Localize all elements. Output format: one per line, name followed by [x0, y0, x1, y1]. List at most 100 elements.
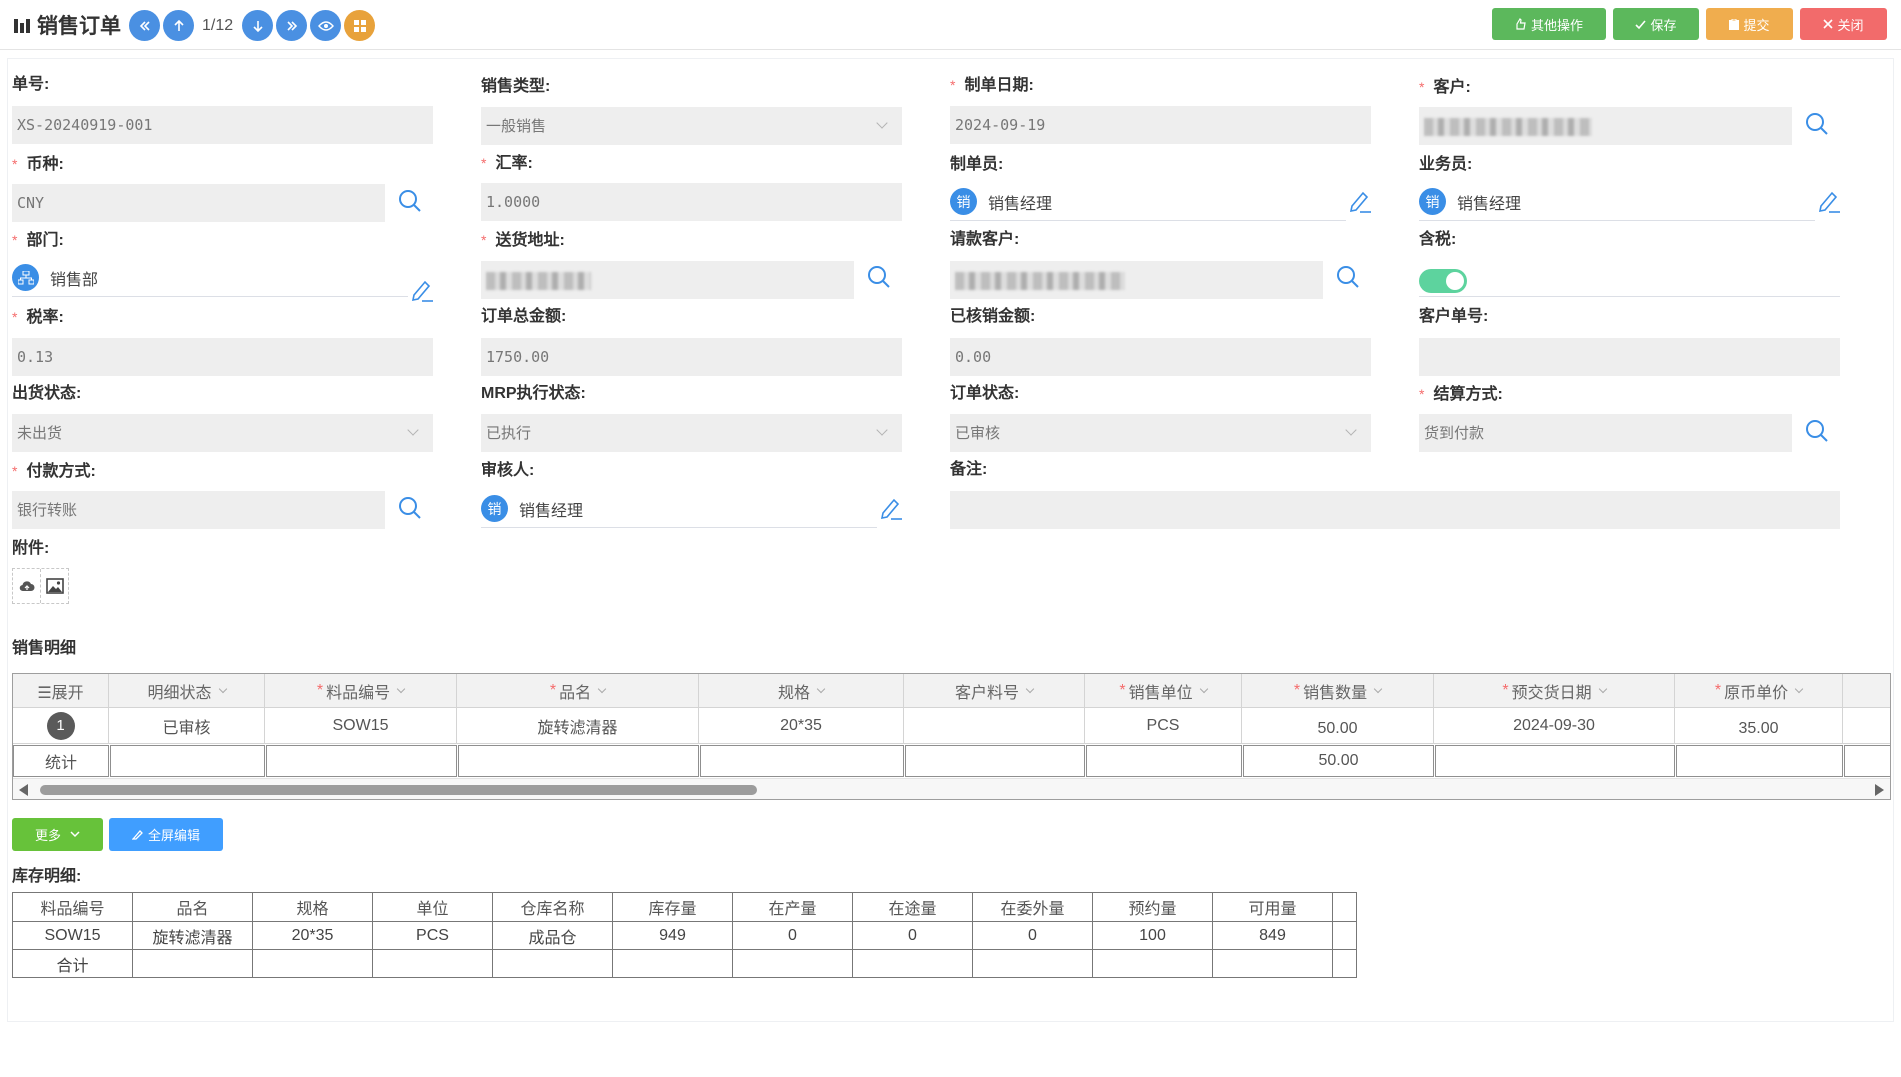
last-record-button[interactable] [276, 10, 308, 41]
col-sales-qty[interactable]: * 销售数量 [1242, 674, 1434, 707]
save-button[interactable]: 保存 [1613, 8, 1699, 40]
payment-method-search-icon[interactable] [397, 495, 423, 521]
cell-unit-price[interactable]: 35.00 [1675, 708, 1843, 743]
check-icon [1635, 19, 1647, 29]
order-status-select[interactable]: 已审核 [950, 414, 1371, 452]
summary-cell [110, 745, 265, 777]
sales-type-select[interactable]: 一般销售 [481, 107, 902, 145]
cell-detail-status[interactable]: 已审核 [109, 708, 265, 743]
inv-summary-label: 合计 [12, 949, 133, 978]
col-spec[interactable]: 规格 [699, 674, 904, 707]
customer-label: * 客户: [1419, 79, 1471, 96]
salesperson-edit-icon[interactable] [1817, 188, 1841, 214]
first-record-button[interactable] [129, 10, 160, 41]
currency-search-icon[interactable] [397, 188, 423, 214]
table-row[interactable]: 1 已审核 SOW15 旋转滤清器 20*35 PCS 50.00 2024-0… [13, 708, 1890, 744]
cloud-upload-icon[interactable] [13, 569, 40, 603]
billing-customer-search-icon[interactable] [1335, 264, 1361, 290]
delivery-address-field[interactable] [481, 261, 854, 299]
cell-sales-qty[interactable]: 50.00 [1242, 708, 1434, 743]
customer-search-icon[interactable] [1804, 111, 1830, 137]
col-unit-price[interactable]: * 原币单价 [1675, 674, 1843, 707]
more-button[interactable]: 更多 [12, 818, 103, 851]
submit-button[interactable]: 提交 [1706, 8, 1793, 40]
cell-item-name[interactable]: 旋转滤清器 [457, 708, 699, 743]
eye-icon [317, 20, 334, 31]
cell-spec[interactable]: 20*35 [699, 708, 904, 743]
total-amount-field[interactable]: 1750.00 [481, 338, 902, 376]
written-off-label: 已核销金额: [950, 308, 1036, 325]
inventory-summary-row: 合计 [12, 949, 1357, 978]
reviewer-edit-icon[interactable] [879, 495, 903, 521]
summary-label: 统计 [13, 745, 109, 777]
billing-customer-field[interactable] [950, 261, 1323, 299]
tax-included-toggle[interactable] [1419, 269, 1467, 293]
col-item-code[interactable]: * 料品编号 [265, 674, 457, 707]
other-actions-button[interactable]: 其他操作 [1492, 8, 1606, 40]
submit-label: 提交 [1743, 17, 1770, 33]
next-record-button[interactable] [242, 10, 274, 41]
inv-cell [1332, 949, 1357, 978]
close-label: 关闭 [1837, 17, 1864, 33]
header-actions: 其他操作 保存 提交 关闭 [1492, 8, 1887, 40]
col-sales-unit[interactable]: * 销售单位 [1085, 674, 1242, 707]
total-amount-label: 订单总金额: [481, 308, 567, 325]
tax-rate-field[interactable]: 0.13 [12, 338, 433, 376]
cell-delivery-date[interactable]: 2024-09-30 [1434, 708, 1675, 743]
grid-view-button[interactable] [344, 10, 376, 41]
currency-field[interactable]: CNY [12, 184, 385, 222]
reviewer-field[interactable]: 销 销售经理 [481, 490, 877, 528]
order-no-field[interactable]: XS-20240919-001 [12, 106, 433, 144]
summary-cell [458, 745, 699, 777]
fullscreen-edit-button[interactable]: 全屏编辑 [109, 818, 223, 851]
written-off-field[interactable]: 0.00 [950, 338, 1371, 376]
shipment-status-select[interactable]: 未出货 [12, 414, 433, 452]
exchange-rate-field[interactable]: 1.0000 [481, 183, 902, 221]
customer-field[interactable] [1419, 107, 1792, 145]
settlement-search-icon[interactable] [1804, 418, 1830, 444]
creator-field[interactable]: 销 销售经理 [950, 183, 1346, 221]
cell-customer-code[interactable] [904, 708, 1085, 743]
cell-sales-unit[interactable]: PCS [1085, 708, 1242, 743]
inv-col-in-production: 在产量 [732, 892, 853, 922]
scroll-left-arrow-icon[interactable] [19, 784, 28, 796]
department-edit-icon[interactable] [410, 277, 434, 303]
inv-cell: SOW15 [12, 921, 133, 950]
sort-chevron-icon [218, 684, 227, 693]
remarks-field[interactable] [950, 491, 1840, 529]
create-date-field[interactable]: 2024-09-19 [950, 106, 1371, 144]
inv-col-spacer [1332, 892, 1357, 922]
col-item-name[interactable]: * 品名 [457, 674, 699, 707]
grid-horizontal-scrollbar[interactable] [13, 778, 1890, 799]
previous-record-button[interactable] [163, 10, 194, 41]
reviewer-avatar: 销 [481, 495, 508, 522]
preview-button[interactable] [310, 10, 342, 41]
close-button[interactable]: 关闭 [1800, 8, 1887, 40]
col-detail-status[interactable]: 明细状态 [109, 674, 265, 707]
col-delivery-date[interactable]: * 预交货日期 [1434, 674, 1675, 707]
salesperson-field[interactable]: 销 销售经理 [1419, 183, 1815, 221]
summary-cell [1086, 745, 1242, 777]
inv-cell: 849 [1212, 921, 1333, 950]
customer-order-no-field[interactable] [1419, 338, 1840, 376]
department-field[interactable]: 销售部 [12, 259, 408, 297]
cell-item-code[interactable]: SOW15 [265, 708, 457, 743]
delivery-address-search-icon[interactable] [866, 264, 892, 290]
inv-cell [852, 949, 973, 978]
mrp-status-select[interactable]: 已执行 [481, 414, 902, 452]
inv-cell [972, 949, 1093, 978]
col-expand[interactable]: ☰展开 [13, 674, 109, 707]
inv-cell: 0 [972, 921, 1093, 950]
creator-edit-icon[interactable] [1348, 188, 1372, 214]
payment-method-field[interactable]: 银行转账 [12, 491, 385, 529]
scrollbar-thumb[interactable] [40, 785, 757, 795]
payment-method-label: * 付款方式: [12, 463, 96, 480]
inv-col-unit: 单位 [372, 892, 493, 922]
inv-cell: PCS [372, 921, 493, 950]
scroll-right-arrow-icon[interactable] [1875, 784, 1884, 796]
settlement-field[interactable]: 货到付款 [1419, 414, 1792, 452]
department-name: 销售部 [50, 271, 99, 289]
image-icon[interactable] [40, 569, 68, 603]
department-label: * 部门: [12, 232, 64, 249]
col-customer-code[interactable]: 客户料号 [904, 674, 1085, 707]
